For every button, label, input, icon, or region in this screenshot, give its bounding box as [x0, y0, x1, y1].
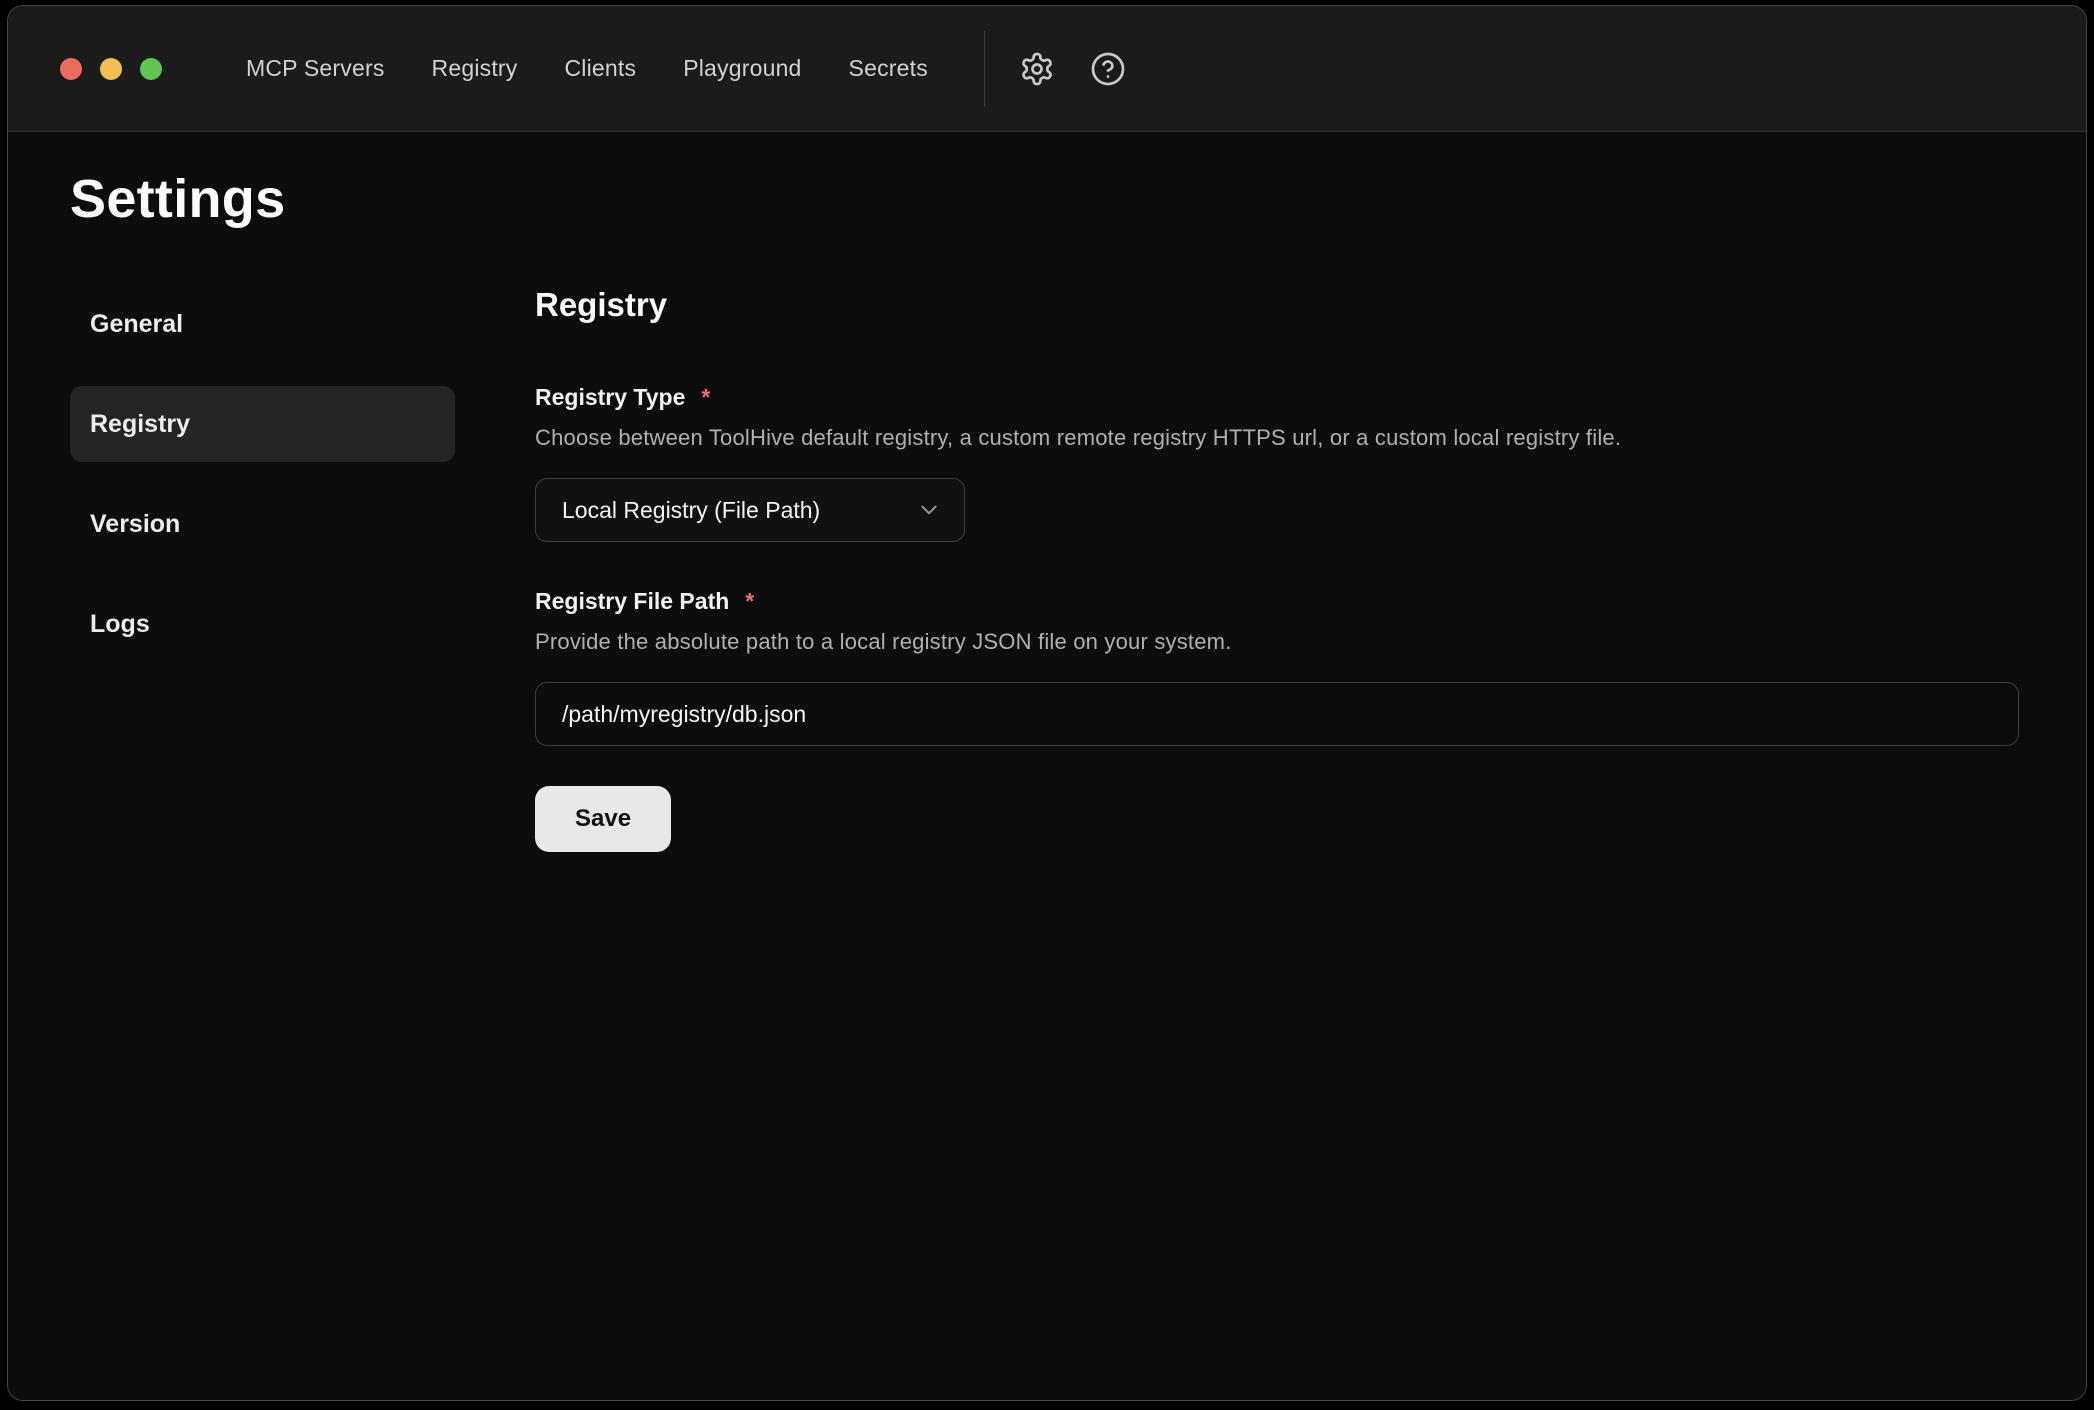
top-navigation: MCP Servers Registry Clients Playground … [246, 55, 928, 82]
help-button[interactable] [1089, 50, 1127, 88]
sidebar-item-label: Logs [90, 610, 150, 639]
section-heading: Registry [535, 286, 2019, 324]
nav-item-mcp-servers[interactable]: MCP Servers [246, 55, 385, 82]
sidebar-item-label: Version [90, 510, 180, 539]
nav-item-secrets[interactable]: Secrets [849, 55, 928, 82]
registry-settings-panel: Registry Registry Type * Choose between … [535, 286, 2086, 852]
gear-icon [1019, 51, 1055, 87]
registry-type-label: Registry Type [535, 384, 685, 411]
title-bar: MCP Servers Registry Clients Playground … [8, 6, 2086, 132]
chevron-down-icon [916, 497, 942, 523]
registry-type-description: Choose between ToolHive default registry… [535, 425, 2019, 451]
nav-item-playground[interactable]: Playground [683, 55, 801, 82]
sidebar-item-registry[interactable]: Registry [70, 386, 455, 462]
close-window-button[interactable] [60, 58, 82, 80]
page-title: Settings [70, 168, 2086, 230]
nav-item-clients[interactable]: Clients [564, 55, 636, 82]
sidebar-item-label: Registry [90, 410, 190, 439]
registry-file-path-label-row: Registry File Path * [535, 588, 2019, 615]
sidebar-item-logs[interactable]: Logs [70, 586, 455, 662]
topbar-divider [984, 31, 985, 107]
app-window: MCP Servers Registry Clients Playground … [7, 5, 2087, 1401]
save-button[interactable]: Save [535, 786, 671, 852]
question-circle-icon [1090, 51, 1126, 87]
minimize-window-button[interactable] [100, 58, 122, 80]
nav-item-registry[interactable]: Registry [432, 55, 518, 82]
registry-file-path-description: Provide the absolute path to a local reg… [535, 629, 2019, 655]
sidebar-item-label: General [90, 310, 183, 339]
registry-file-path-input[interactable] [535, 682, 2019, 746]
sidebar-item-general[interactable]: General [70, 286, 455, 362]
zoom-window-button[interactable] [140, 58, 162, 80]
registry-type-label-row: Registry Type * [535, 384, 2019, 411]
traffic-lights [60, 58, 162, 80]
settings-page: Settings General Registry Version Logs R… [8, 132, 2086, 1400]
settings-sidebar: General Registry Version Logs [70, 286, 455, 662]
registry-type-selected-value: Local Registry (File Path) [562, 497, 820, 524]
settings-button[interactable] [1018, 50, 1056, 88]
required-asterisk: * [701, 384, 710, 411]
registry-file-path-label: Registry File Path [535, 588, 729, 615]
registry-type-select[interactable]: Local Registry (File Path) [535, 478, 965, 542]
required-asterisk: * [745, 588, 754, 615]
sidebar-item-version[interactable]: Version [70, 486, 455, 562]
